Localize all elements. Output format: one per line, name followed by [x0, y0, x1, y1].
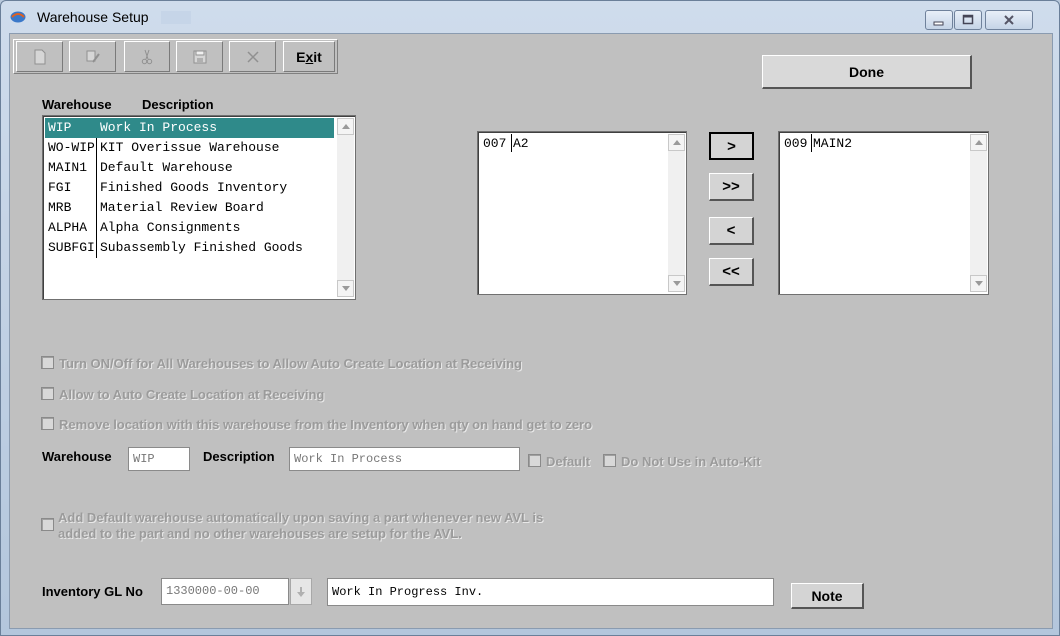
default-checkbox[interactable]: Default — [528, 454, 590, 469]
description-label: Description — [203, 449, 275, 464]
scroll-down-button[interactable] — [970, 275, 987, 292]
app-icon — [10, 11, 26, 23]
checkbox-box[interactable] — [41, 417, 54, 430]
title-bar: Warehouse Setup — [1, 1, 1059, 31]
available-locations-list[interactable]: 007 A2 — [477, 131, 687, 295]
scroll-down-icon — [341, 286, 350, 291]
list-item[interactable]: MRB Material Review Board — [45, 198, 334, 218]
gl-dropdown-button[interactable] — [290, 578, 312, 605]
auto-create-checkbox[interactable]: Allow to Auto Create Location at Receivi… — [41, 387, 324, 402]
list-item[interactable]: MAIN1 Default Warehouse — [45, 158, 334, 178]
move-all-right-button[interactable]: >> — [709, 173, 754, 201]
checkbox-box[interactable] — [41, 518, 54, 531]
do-not-use-auto-kit-checkbox[interactable]: Do Not Use in Auto-Kit — [603, 454, 761, 469]
available-locations-scrollbar[interactable] — [668, 134, 685, 292]
close-button[interactable] — [985, 10, 1033, 30]
new-icon — [34, 49, 45, 64]
remove-location-checkbox[interactable]: Remove location with this warehouse from… — [41, 417, 592, 432]
title-decoration — [161, 11, 191, 24]
note-button[interactable]: Note — [791, 583, 864, 609]
assigned-locations-scrollbar[interactable] — [970, 134, 987, 292]
exit-button[interactable]: Exit — [283, 41, 335, 72]
list-item[interactable]: 009 MAIN2 — [781, 134, 967, 154]
warehouse-list-scrollbar[interactable] — [337, 118, 354, 297]
description-column-header: Description — [142, 97, 214, 112]
save-icon — [193, 50, 206, 63]
edit-icon — [86, 50, 100, 63]
description-field[interactable]: Work In Process — [289, 447, 520, 471]
warehouse-list[interactable]: WIP Work In Process WO-WIP KIT Overissue W… — [42, 115, 356, 300]
scroll-up-icon — [672, 140, 681, 145]
scroll-up-icon — [974, 140, 983, 145]
maximize-button[interactable] — [954, 10, 982, 30]
gl-description-field[interactable]: Work In Progress Inv. — [327, 578, 774, 606]
scroll-down-button[interactable] — [668, 275, 685, 292]
save-button[interactable] — [176, 41, 223, 72]
checkbox-box[interactable] — [41, 356, 54, 369]
client-area: Exit Done Warehouse Description WIP Work … — [9, 33, 1053, 629]
list-item[interactable]: FGI Finished Goods Inventory — [45, 178, 334, 198]
cut-button[interactable] — [124, 41, 170, 72]
checkbox-box[interactable] — [528, 454, 541, 467]
gl-number-field[interactable]: 1330000-00-00 — [161, 578, 289, 605]
scroll-up-button[interactable] — [668, 134, 685, 151]
scroll-down-button[interactable] — [337, 280, 354, 297]
edit-button[interactable] — [69, 41, 116, 72]
minimize-icon — [933, 21, 944, 26]
scroll-down-icon — [974, 281, 983, 286]
new-button[interactable] — [16, 41, 63, 72]
scroll-down-icon — [672, 281, 681, 286]
scroll-up-icon — [341, 124, 350, 129]
list-item[interactable]: WO-WIP KIT Overissue Warehouse — [45, 138, 334, 158]
close-icon — [1004, 15, 1014, 25]
warehouse-setup-window: Warehouse Setup Exit Done Warehouse Desc… — [0, 0, 1060, 636]
move-all-left-button[interactable]: << — [709, 258, 754, 286]
exit-label: Exit — [296, 48, 322, 65]
scroll-up-button[interactable] — [970, 134, 987, 151]
window-title: Warehouse Setup — [37, 9, 149, 25]
scroll-up-button[interactable] — [337, 118, 354, 135]
done-button[interactable]: Done — [762, 55, 972, 89]
list-item[interactable]: 007 A2 — [480, 134, 665, 154]
minimize-button[interactable] — [925, 10, 953, 30]
list-item[interactable]: WIP Work In Process — [45, 118, 334, 138]
move-one-left-button[interactable]: < — [709, 217, 754, 245]
assigned-locations-list[interactable]: 009 MAIN2 — [778, 131, 989, 295]
warehouse-field[interactable]: WIP — [128, 447, 190, 471]
delete-icon — [246, 50, 259, 63]
checkbox-box[interactable] — [603, 454, 616, 467]
list-item[interactable]: SUBFGI Subassembly Finished Goods — [45, 238, 334, 258]
inventory-gl-label: Inventory GL No — [42, 584, 143, 599]
list-item[interactable]: ALPHA Alpha Consignments — [45, 218, 334, 238]
warehouse-label: Warehouse — [42, 449, 112, 464]
chevron-down-icon — [297, 586, 305, 597]
delete-button[interactable] — [229, 41, 276, 72]
move-one-right-button[interactable]: > — [709, 132, 754, 160]
maximize-icon — [962, 14, 974, 25]
cut-icon — [141, 49, 153, 64]
auto-create-all-checkbox[interactable]: Turn ON/Off for All Warehouses to Allow … — [41, 356, 522, 371]
warehouse-column-header: Warehouse — [42, 97, 112, 112]
checkbox-box[interactable] — [41, 387, 54, 400]
